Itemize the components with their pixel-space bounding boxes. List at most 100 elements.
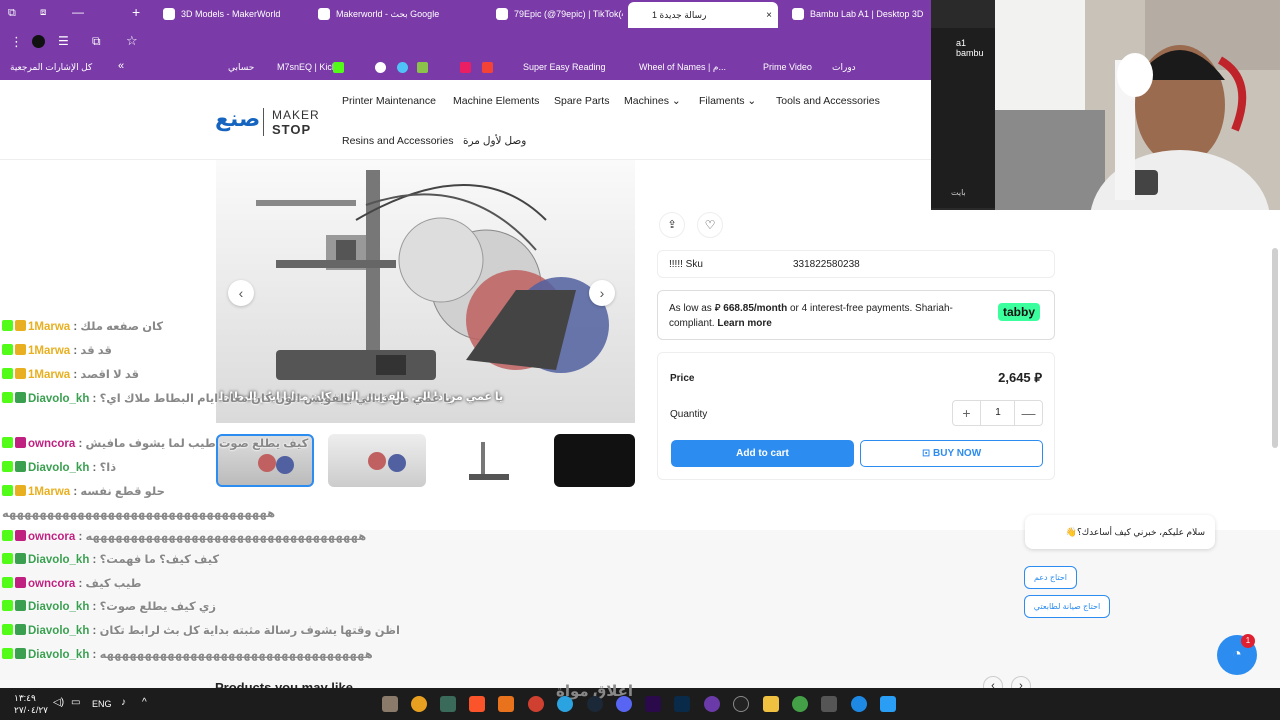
chat-username[interactable]: Diavolo_kh (28, 625, 89, 637)
chat-username[interactable]: owncora (28, 438, 75, 450)
share-button[interactable]: ⇪ (659, 212, 685, 238)
chat-username[interactable]: Diavolo_kh (28, 393, 89, 405)
buy-now-button[interactable]: ⊡ BUY NOW (860, 440, 1043, 467)
support-option-help[interactable]: احتاج دعم (1024, 566, 1077, 589)
premiere-icon[interactable] (645, 696, 661, 712)
chat-username[interactable]: owncora (28, 531, 75, 543)
chrome-icon[interactable] (411, 696, 427, 712)
chat-username[interactable]: owncora (28, 578, 75, 590)
telegram-icon[interactable] (557, 696, 573, 712)
increment-button[interactable]: + (953, 401, 981, 425)
nav-tools-accessories[interactable]: Tools and Accessories (776, 95, 880, 107)
tabby-widget[interactable]: As low as ⃁ 668.85/month or 4 interest-f… (657, 290, 1055, 340)
nav-printer-maintenance[interactable]: Printer Maintenance (342, 95, 436, 107)
kick-badge-icon (2, 577, 13, 588)
folder-icon[interactable] (763, 696, 779, 712)
media-icon[interactable] (704, 696, 720, 712)
new-tab-button[interactable]: + (132, 4, 140, 20)
chat-message: owncora : طيب كيف (2, 576, 142, 590)
chat-username[interactable]: Diavolo_kh (28, 649, 89, 661)
chat-separator: : (89, 625, 100, 637)
more-icon[interactable]: ⋮ (10, 34, 23, 50)
bookmark-star-icon[interactable]: ☆ (126, 33, 138, 49)
chat-text: كان صفعه ملك (80, 321, 164, 333)
app-icon[interactable] (528, 696, 544, 712)
minimize-icon[interactable]: — (72, 5, 84, 19)
sku-label: !!!!! Sku (669, 259, 703, 270)
wishlist-button[interactable]: ♡ (697, 212, 723, 238)
app-icon[interactable] (821, 696, 837, 712)
app-icon[interactable] (382, 696, 398, 712)
chat-text: اظن وقتها يشوف رسالة مثبته بداية كل بث ل… (99, 625, 400, 637)
chat-username[interactable]: 1Marwa (28, 345, 70, 357)
tray-expand-icon[interactable]: ^ (142, 697, 147, 708)
bookmark-courses[interactable]: دورات (832, 62, 856, 73)
tab-label: 1 رسالة جديدة (652, 9, 707, 20)
add-to-cart-button[interactable]: Add to cart (671, 440, 854, 467)
chat-username[interactable]: Diavolo_kh (28, 462, 89, 474)
language-indicator[interactable]: ENG (92, 699, 112, 709)
network-icon[interactable]: ▭ (71, 697, 80, 708)
tab-close-icon[interactable]: × (766, 10, 778, 21)
tabby-learn-more[interactable]: Learn more (717, 318, 771, 329)
browser-tab[interactable]: Makerworld - بحث Google× (312, 4, 444, 24)
nav-machine-elements[interactable]: Machine Elements (453, 95, 539, 107)
terminal-icon[interactable] (440, 696, 456, 712)
browser-menu-icon[interactable]: ⧉ (8, 7, 16, 20)
bookmark-all[interactable]: كل الإشارات المرجعية (10, 62, 92, 73)
gallery-next-button[interactable]: › (589, 280, 615, 306)
nav-filaments[interactable]: Filaments ⌄ (699, 95, 756, 107)
chat-text: ههههههههههههههههههههههههههههههههههههه (85, 531, 367, 543)
chat-username[interactable]: Diavolo_kh (28, 601, 89, 613)
thumbnail-4[interactable] (554, 434, 635, 487)
page-scrollbar[interactable] (1272, 248, 1278, 448)
logo[interactable]: صنع MAKER STOP (215, 104, 319, 140)
bookmark-prime-video[interactable]: Prime Video (763, 62, 812, 72)
quantity-input[interactable]: 1 (983, 401, 1013, 425)
obs-icon[interactable] (733, 696, 749, 712)
support-greeting-text: 👋سلام عليكم، خبرني كيف أساعدك؟ (1065, 527, 1205, 537)
bookmark-account[interactable]: حسابي (228, 62, 254, 73)
gallery-prev-button[interactable]: ‹ (228, 280, 254, 306)
app-icon[interactable] (498, 696, 514, 712)
extension-icon[interactable] (32, 35, 45, 48)
tab-favicon-icon (318, 8, 330, 20)
clock-date[interactable]: ٢٧/٠٤/٢٧ (14, 705, 48, 716)
bookmark-wheel-of-names[interactable]: Wheel of Names | م... (639, 62, 726, 73)
photoshop-icon[interactable] (674, 696, 690, 712)
steam-icon[interactable] (587, 696, 603, 712)
nav-new-arrivals[interactable]: وصل لأول مرة (463, 135, 526, 147)
chat-username[interactable]: 1Marwa (28, 486, 70, 498)
decrement-button[interactable]: — (1014, 401, 1042, 425)
volume-icon[interactable]: ◁) (53, 697, 64, 708)
edge-icon[interactable] (851, 696, 867, 712)
support-option-maintenance[interactable]: احتاج صيانة لطابعتي (1024, 595, 1110, 618)
bookmark-super-easy-reading[interactable]: Super Easy Reading (523, 62, 606, 72)
copy-icon[interactable]: ⧈ (40, 7, 46, 18)
microphone-icon[interactable]: ♪ (121, 697, 126, 708)
chat-username[interactable]: 1Marwa (28, 321, 70, 333)
chat-username[interactable]: 1Marwa (28, 369, 70, 381)
brave-icon[interactable] (469, 696, 485, 712)
discord-icon[interactable] (616, 696, 632, 712)
thumbnail-3[interactable] (441, 434, 539, 487)
sku-value: 331822580238 (793, 259, 860, 270)
browser-tab[interactable]: 79Epic (@79epic) | TikTok(4)× (490, 4, 623, 24)
support-greeting: 👋سلام عليكم، خبرني كيف أساعدك؟ (1025, 515, 1215, 549)
bookmark-kick[interactable]: M7snEQ | Kick (277, 62, 336, 72)
sliders-icon[interactable]: ☰ (58, 34, 69, 48)
products-heading: Products you may like (215, 680, 353, 688)
nav-machines[interactable]: Machines ⌄ (624, 95, 681, 107)
extensions-puzzle-icon[interactable]: ⧉ (92, 34, 101, 49)
clock-time[interactable]: ١٣:٤٩ (14, 693, 36, 704)
browser-tab[interactable]: 3D Models - MakerWorld× (157, 4, 282, 24)
chrome-icon[interactable] (792, 696, 808, 712)
browser-tab[interactable]: Bambu Lab A1 | Desktop 3D Pr× (786, 4, 924, 24)
chat-username[interactable]: Diavolo_kh (28, 554, 89, 566)
chevron-icon[interactable]: « (118, 60, 124, 72)
thumbnail-2[interactable] (328, 434, 426, 487)
windows-start-icon[interactable] (880, 696, 896, 712)
nav-resins-accessories[interactable]: Resins and Accessories (342, 135, 453, 147)
nav-spare-parts[interactable]: Spare Parts (554, 95, 609, 107)
browser-tab[interactable]: 1 رسالة جديدة × (628, 2, 778, 28)
